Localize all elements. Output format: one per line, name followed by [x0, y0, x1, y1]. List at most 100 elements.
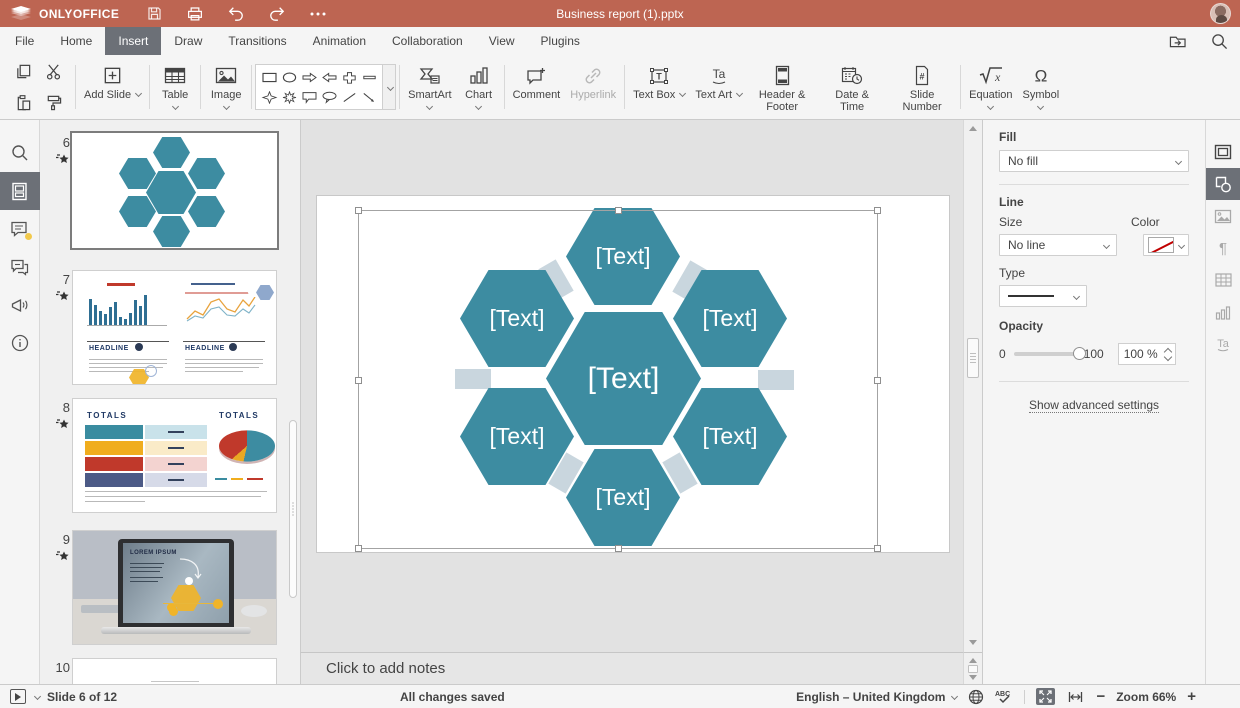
hexagon-text[interactable]: [Text]	[703, 305, 758, 332]
scroll-up-button[interactable]	[964, 120, 982, 136]
language-label[interactable]: English – United Kingdom	[796, 690, 945, 704]
format-painter-button[interactable]	[38, 87, 68, 118]
slide-6-thumbnail[interactable]	[70, 131, 279, 250]
resize-handle-w[interactable]	[355, 377, 362, 384]
smartart-hexagon-center[interactable]: [Text]	[546, 312, 701, 445]
redo-button[interactable]	[263, 0, 291, 27]
resize-handle-se[interactable]	[874, 545, 881, 552]
shape-rectangle[interactable]	[259, 67, 279, 87]
notes-scroll-up-button[interactable]	[969, 658, 977, 663]
hexagon-text[interactable]: [Text]	[703, 423, 758, 450]
chart-settings-button[interactable]	[1206, 296, 1240, 328]
image-button[interactable]: Image	[204, 55, 248, 119]
tab-home[interactable]: Home	[47, 27, 105, 55]
tab-file[interactable]: File	[2, 27, 47, 55]
thumbnails-scrollbar-thumb[interactable]	[289, 420, 297, 598]
fill-select[interactable]: No fill	[999, 150, 1189, 172]
shape-star-4[interactable]	[259, 87, 279, 107]
slide-settings-button[interactable]	[1206, 136, 1240, 168]
shape-callout-rect[interactable]	[299, 87, 319, 107]
shape-star-8[interactable]	[279, 87, 299, 107]
hexagon-text[interactable]: [Text]	[596, 484, 651, 511]
header-footer-button[interactable]: Header & Footer	[747, 55, 817, 119]
notes-scroll-down-button[interactable]	[969, 675, 977, 680]
undo-button[interactable]	[222, 0, 250, 27]
slide-8-thumbnail[interactable]: TOTALS TOTALS	[72, 398, 277, 513]
shape-arrow-right[interactable]	[299, 67, 319, 87]
user-avatar[interactable]	[1210, 3, 1231, 24]
tab-view[interactable]: View	[476, 27, 528, 55]
opacity-decrease-button[interactable]	[1164, 354, 1172, 362]
hexagon-text[interactable]: [Text]	[490, 423, 545, 450]
language-chevron[interactable]	[951, 693, 958, 700]
tab-collaboration[interactable]: Collaboration	[379, 27, 476, 55]
slide-canvas[interactable]: [Text] [Text] [Text] [Text] [Text] [Text…	[300, 120, 963, 652]
shape-arrow-line[interactable]	[359, 87, 379, 107]
tab-insert[interactable]: Insert	[105, 27, 161, 55]
shape-settings-button[interactable]	[1206, 168, 1240, 200]
resize-handle-n[interactable]	[615, 207, 622, 214]
slide-thumbnail-item-9[interactable]: 9 LOREM IPSUM	[50, 530, 296, 647]
table-settings-button[interactable]	[1206, 264, 1240, 296]
fit-to-width-button[interactable]	[1066, 688, 1085, 705]
shape-plus[interactable]	[339, 67, 359, 87]
shape-callout-oval[interactable]	[319, 87, 339, 107]
shape-line[interactable]	[339, 87, 359, 107]
smartart-button[interactable]: SmartArt	[403, 55, 456, 119]
scroll-down-button[interactable]	[964, 634, 982, 650]
tab-transitions[interactable]: Transitions	[215, 27, 299, 55]
add-slide-button[interactable]: Add Slide	[79, 55, 146, 119]
text-art-button[interactable]: Ta Text Art	[690, 55, 747, 119]
slide-9-thumbnail[interactable]: LOREM IPSUM	[72, 530, 277, 645]
shape-ellipse[interactable]	[279, 67, 299, 87]
equation-button[interactable]: x Equation	[964, 55, 1017, 119]
shape-arrow-left[interactable]	[319, 67, 339, 87]
resize-handle-ne[interactable]	[874, 207, 881, 214]
slides-panel-button[interactable]	[0, 172, 40, 210]
cut-button[interactable]	[38, 56, 68, 87]
line-color-picker[interactable]	[1143, 234, 1189, 256]
hexagon-text[interactable]: [Text]	[588, 362, 660, 396]
hyperlink-button[interactable]: Hyperlink	[565, 55, 621, 119]
find-button[interactable]	[0, 134, 40, 172]
tab-animation[interactable]: Animation	[300, 27, 379, 55]
canvas-vertical-scrollbar[interactable]	[963, 120, 982, 652]
slide-10-thumbnail[interactable]	[72, 658, 277, 684]
scrollbar-thumb[interactable]	[967, 338, 979, 378]
tab-plugins[interactable]: Plugins	[528, 27, 593, 55]
slide-editing-area[interactable]: [Text] [Text] [Text] [Text] [Text] [Text…	[317, 196, 949, 552]
notes-scrollbar[interactable]	[963, 652, 982, 684]
symbol-button[interactable]: Ω Symbol	[1018, 55, 1065, 119]
table-button[interactable]: Table	[153, 55, 197, 119]
notes-scrollbar-thumb[interactable]	[968, 665, 978, 673]
spellcheck-icon[interactable]: ABC	[995, 689, 1013, 704]
shapes-gallery-expand-button[interactable]	[383, 64, 396, 110]
resize-handle-e[interactable]	[874, 377, 881, 384]
notes-area[interactable]: Click to add notes	[300, 652, 963, 684]
paragraph-settings-button[interactable]: ¶	[1206, 232, 1240, 264]
textart-settings-button[interactable]: Ta	[1206, 328, 1240, 360]
shape-minus[interactable]	[359, 67, 379, 87]
start-slideshow-button[interactable]	[10, 689, 26, 704]
resize-handle-sw[interactable]	[355, 545, 362, 552]
opacity-slider[interactable]	[1014, 352, 1080, 356]
open-file-location-icon[interactable]	[1166, 30, 1188, 52]
document-language-icon[interactable]	[968, 689, 984, 705]
print-button[interactable]	[181, 0, 209, 27]
hexagon-text[interactable]: [Text]	[596, 243, 651, 270]
slide-number-button[interactable]: # Slide Number	[887, 55, 957, 119]
line-type-select[interactable]	[999, 285, 1087, 307]
about-button[interactable]	[0, 324, 40, 362]
chart-button[interactable]: Chart	[457, 55, 501, 119]
chat-panel-button[interactable]	[0, 248, 40, 286]
slide-thumbnail-item-6[interactable]: 6	[50, 133, 296, 255]
save-button[interactable]	[140, 0, 168, 27]
comments-panel-button[interactable]	[0, 210, 40, 248]
zoom-out-button[interactable]: −	[1096, 688, 1105, 705]
slide-thumbnail-item-10[interactable]: 10	[50, 658, 296, 684]
slide-7-thumbnail[interactable]: HEADLINE HEADLINE	[72, 270, 277, 385]
text-box-button[interactable]: T Text Box	[628, 55, 690, 119]
resize-handle-s[interactable]	[615, 545, 622, 552]
zoom-level-label[interactable]: Zoom 66%	[1116, 690, 1176, 704]
opacity-slider-handle[interactable]	[1073, 347, 1086, 360]
